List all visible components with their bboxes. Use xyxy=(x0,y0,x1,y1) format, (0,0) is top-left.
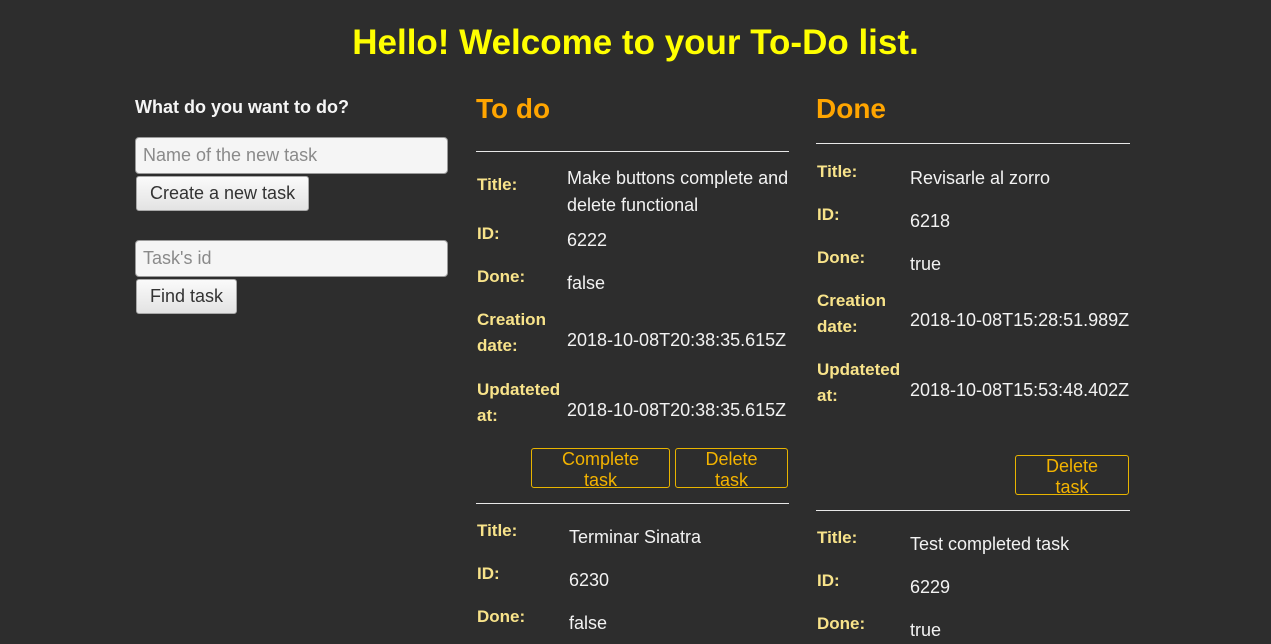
done-label: Done: xyxy=(477,267,526,286)
task-updated-at: 2018-10-08T15:53:48.402Z xyxy=(910,380,1130,400)
task-done: false xyxy=(569,613,608,633)
id-label: ID: xyxy=(477,224,500,243)
divider xyxy=(476,151,789,152)
done-heading: Done xyxy=(816,93,886,124)
updated-at-label: Updateted at: xyxy=(477,380,561,425)
new-task-name-input[interactable] xyxy=(135,137,448,174)
divider xyxy=(816,510,1130,511)
title-label: Title: xyxy=(477,175,518,194)
delete-task-button[interactable]: Delete task xyxy=(675,448,788,490)
task-title: Terminar Sinatra xyxy=(569,527,702,547)
task-title: Revisarle al zorro xyxy=(910,168,1051,188)
create-task-button[interactable]: Create a new task xyxy=(136,176,310,211)
done-label: Done: xyxy=(477,607,526,626)
actions-heading: What do you want to do? xyxy=(135,97,349,117)
task-done: true xyxy=(910,620,942,640)
task-title: Test completed task xyxy=(910,534,1070,554)
delete-task-button[interactable]: Delete task xyxy=(1015,455,1129,497)
task-id-input[interactable] xyxy=(135,240,448,277)
task-creation-date: 2018-10-08T20:38:35.615Z xyxy=(567,330,787,350)
done-label: Done: xyxy=(817,248,866,267)
title-label: Title: xyxy=(477,521,518,540)
task-id: 6218 xyxy=(910,211,951,231)
id-label: ID: xyxy=(477,564,500,583)
find-task-button[interactable]: Find task xyxy=(136,279,238,314)
task-id: 6229 xyxy=(910,577,951,597)
updated-at-label: Updateted at: xyxy=(817,360,901,405)
id-label: ID: xyxy=(817,571,840,590)
todo-heading: To do xyxy=(476,93,551,124)
title-label: Title: xyxy=(817,528,858,547)
task-done: true xyxy=(910,254,942,274)
divider xyxy=(476,503,789,504)
done-label: Done: xyxy=(817,614,866,633)
id-label: ID: xyxy=(817,205,840,224)
creation-date-label: Creation date: xyxy=(477,310,546,355)
task-creation-date: 2018-10-08T15:28:51.989Z xyxy=(910,310,1130,330)
task-id: 6230 xyxy=(569,570,610,590)
complete-task-button[interactable]: Complete task xyxy=(531,448,670,490)
task-actions-panel: What do you want to do? Create a new tas… xyxy=(135,96,449,314)
title-label: Title: xyxy=(817,162,858,181)
creation-date-label: Creation date: xyxy=(817,291,886,336)
divider xyxy=(816,143,1130,144)
page-title: Hello! Welcome to your To-Do list. xyxy=(352,23,919,62)
task-id: 6222 xyxy=(567,230,608,250)
task-updated-at: 2018-10-08T20:38:35.615Z xyxy=(567,400,787,420)
task-done: false xyxy=(567,273,606,293)
task-title: Make buttons complete and delete functio… xyxy=(567,168,789,215)
